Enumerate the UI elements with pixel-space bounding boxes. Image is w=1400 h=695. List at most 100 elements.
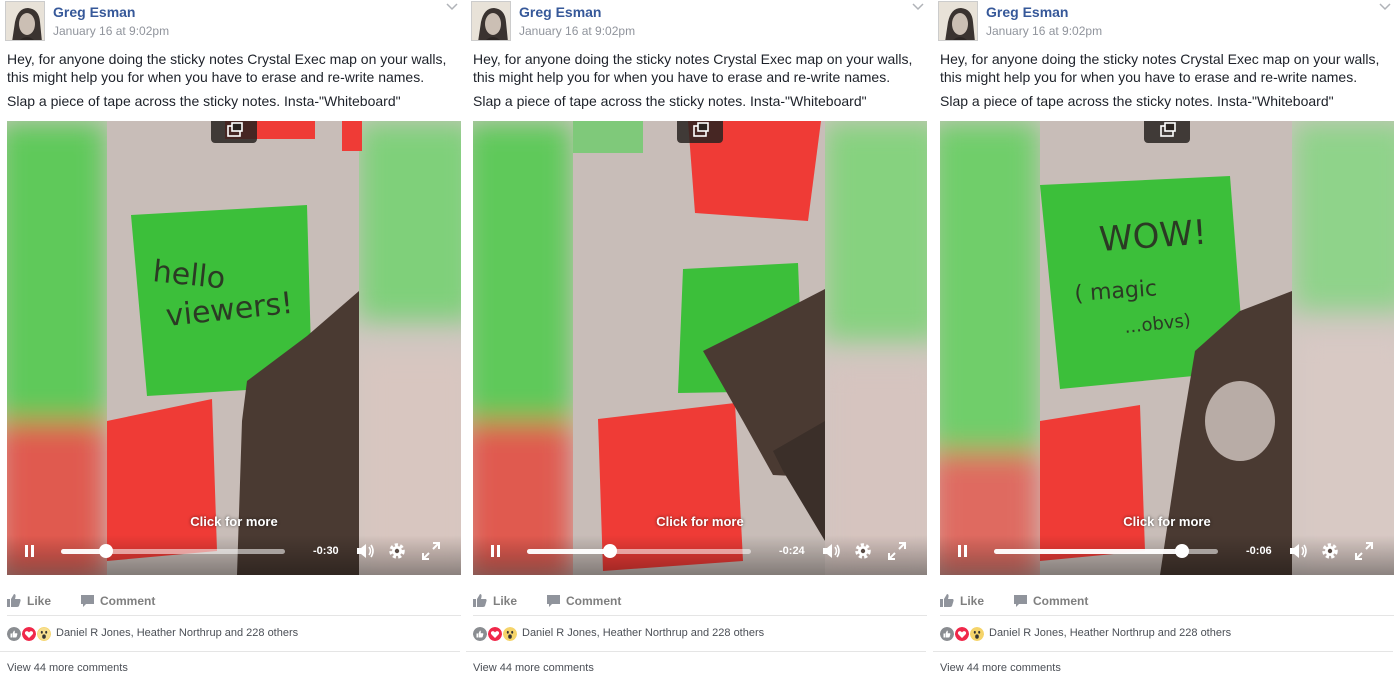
reaction-names[interactable]: Daniel R Jones, Heather Northrup and 228… bbox=[989, 627, 1231, 639]
gear-icon[interactable] bbox=[853, 541, 873, 561]
like-button[interactable]: Like bbox=[940, 594, 984, 608]
post-text: Hey, for anyone doing the sticky notes C… bbox=[473, 50, 928, 116]
reaction-names[interactable]: Daniel R Jones, Heather Northrup and 228… bbox=[56, 627, 298, 639]
post-timestamp[interactable]: January 16 at 9:02pm bbox=[519, 24, 635, 38]
author-name[interactable]: Greg Esman bbox=[519, 4, 601, 20]
fullscreen-icon[interactable] bbox=[888, 542, 906, 560]
click-for-more[interactable]: Click for more bbox=[7, 514, 461, 529]
progress-fill bbox=[527, 549, 610, 554]
reactions-bar[interactable]: Daniel R Jones, Heather Northrup and 228… bbox=[466, 626, 926, 652]
time-remaining: -0:30 bbox=[313, 545, 339, 557]
comment-icon bbox=[547, 595, 560, 607]
comment-icon bbox=[81, 595, 94, 607]
gear-icon[interactable] bbox=[1320, 541, 1340, 561]
popout-icon[interactable] bbox=[677, 121, 723, 143]
like-reaction-icon bbox=[940, 627, 954, 641]
video-frame: hello viewers! bbox=[7, 121, 461, 575]
view-more-comments[interactable]: View 44 more comments bbox=[7, 662, 128, 674]
wow-reaction-icon bbox=[37, 627, 51, 641]
progress-knob[interactable] bbox=[602, 544, 617, 558]
comment-button[interactable]: Comment bbox=[1014, 594, 1088, 608]
comment-label: Comment bbox=[1033, 594, 1089, 608]
like-reaction-icon bbox=[473, 627, 487, 641]
post-text: Hey, for anyone doing the sticky notes C… bbox=[7, 50, 462, 116]
time-remaining: -0:24 bbox=[779, 545, 805, 557]
author-name[interactable]: Greg Esman bbox=[53, 4, 135, 20]
post-header: Greg Esman January 16 at 9:02pm bbox=[5, 0, 460, 44]
post-text: Hey, for anyone doing the sticky notes C… bbox=[940, 50, 1395, 116]
avatar[interactable] bbox=[938, 1, 978, 41]
post-text-paragraph: Slap a piece of tape across the sticky n… bbox=[7, 93, 401, 109]
post-card: Greg Esman January 16 at 9:02pm Hey, for… bbox=[933, 0, 1395, 695]
progress-knob[interactable] bbox=[1175, 544, 1190, 558]
comment-button[interactable]: Comment bbox=[81, 594, 155, 608]
progress-bar[interactable] bbox=[527, 544, 751, 558]
post-actions: Like Comment bbox=[7, 588, 461, 616]
popout-icon[interactable] bbox=[1144, 121, 1190, 143]
fullscreen-icon[interactable] bbox=[1355, 542, 1373, 560]
view-more-comments[interactable]: View 44 more comments bbox=[473, 662, 594, 674]
comment-icon bbox=[1014, 595, 1027, 607]
view-more-comments[interactable]: View 44 more comments bbox=[940, 662, 1061, 674]
chevron-down-icon[interactable] bbox=[1379, 2, 1391, 12]
like-label: Like bbox=[27, 594, 52, 608]
chevron-down-icon[interactable] bbox=[446, 2, 458, 12]
author-name[interactable]: Greg Esman bbox=[986, 4, 1068, 20]
like-button[interactable]: Like bbox=[473, 594, 517, 608]
post-text-paragraph: Hey, for anyone doing the sticky notes C… bbox=[473, 51, 913, 85]
pause-icon[interactable] bbox=[25, 545, 35, 557]
progress-bar[interactable] bbox=[61, 544, 285, 558]
volume-icon[interactable] bbox=[821, 542, 841, 560]
wow-reaction-icon bbox=[503, 627, 517, 641]
popout-icon[interactable] bbox=[211, 121, 257, 143]
love-reaction-icon bbox=[488, 627, 502, 641]
avatar[interactable] bbox=[471, 1, 511, 41]
post-timestamp[interactable]: January 16 at 9:02pm bbox=[986, 24, 1102, 38]
like-button[interactable]: Like bbox=[7, 594, 51, 608]
video-player[interactable]: Click for more -0:24 bbox=[473, 121, 927, 575]
progress-bar[interactable] bbox=[994, 544, 1218, 558]
post-card: Greg Esman January 16 at 9:02pm Hey, for… bbox=[466, 0, 928, 695]
post-card: Greg Esman January 16 at 9:02pm Hey, for… bbox=[0, 0, 462, 695]
gear-icon[interactable] bbox=[387, 541, 407, 561]
volume-icon[interactable] bbox=[355, 542, 375, 560]
post-header: Greg Esman January 16 at 9:02pm bbox=[938, 0, 1393, 44]
love-reaction-icon bbox=[955, 627, 969, 641]
like-label: Like bbox=[960, 594, 985, 608]
post-actions: Like Comment bbox=[473, 588, 927, 616]
video-frame: WOW! ( magic ...obvs) bbox=[940, 121, 1394, 575]
post-header: Greg Esman January 16 at 9:02pm bbox=[471, 0, 926, 44]
comment-label: Comment bbox=[100, 594, 156, 608]
post-text-paragraph: Hey, for anyone doing the sticky notes C… bbox=[7, 51, 447, 85]
pause-icon[interactable] bbox=[491, 545, 501, 557]
chevron-down-icon[interactable] bbox=[912, 2, 924, 12]
like-icon bbox=[940, 594, 954, 607]
comment-button[interactable]: Comment bbox=[547, 594, 621, 608]
like-icon bbox=[473, 594, 487, 607]
post-text-paragraph: Slap a piece of tape across the sticky n… bbox=[940, 93, 1334, 109]
video-controls: -0:24 bbox=[473, 535, 927, 575]
like-reaction-icon bbox=[7, 627, 21, 641]
avatar[interactable] bbox=[5, 1, 45, 41]
like-label: Like bbox=[493, 594, 518, 608]
reactions-bar[interactable]: Daniel R Jones, Heather Northrup and 228… bbox=[0, 626, 460, 652]
progress-knob[interactable] bbox=[98, 544, 113, 558]
volume-icon[interactable] bbox=[1288, 542, 1308, 560]
video-frame bbox=[473, 121, 927, 575]
fullscreen-icon[interactable] bbox=[422, 542, 440, 560]
post-text-paragraph: Hey, for anyone doing the sticky notes C… bbox=[940, 51, 1380, 85]
post-timestamp[interactable]: January 16 at 9:02pm bbox=[53, 24, 169, 38]
pause-icon[interactable] bbox=[958, 545, 968, 557]
video-player[interactable]: WOW! ( magic ...obvs) Click for more -0:… bbox=[940, 121, 1394, 575]
reaction-names[interactable]: Daniel R Jones, Heather Northrup and 228… bbox=[522, 627, 764, 639]
love-reaction-icon bbox=[22, 627, 36, 641]
time-remaining: -0:06 bbox=[1246, 545, 1272, 557]
post-text-paragraph: Slap a piece of tape across the sticky n… bbox=[473, 93, 867, 109]
click-for-more[interactable]: Click for more bbox=[940, 514, 1394, 529]
video-controls: -0:06 bbox=[940, 535, 1394, 575]
comment-label: Comment bbox=[566, 594, 622, 608]
video-player[interactable]: hello viewers! Click for more -0:30 bbox=[7, 121, 461, 575]
post-actions: Like Comment bbox=[940, 588, 1394, 616]
reactions-bar[interactable]: Daniel R Jones, Heather Northrup and 228… bbox=[933, 626, 1393, 652]
click-for-more[interactable]: Click for more bbox=[473, 514, 927, 529]
